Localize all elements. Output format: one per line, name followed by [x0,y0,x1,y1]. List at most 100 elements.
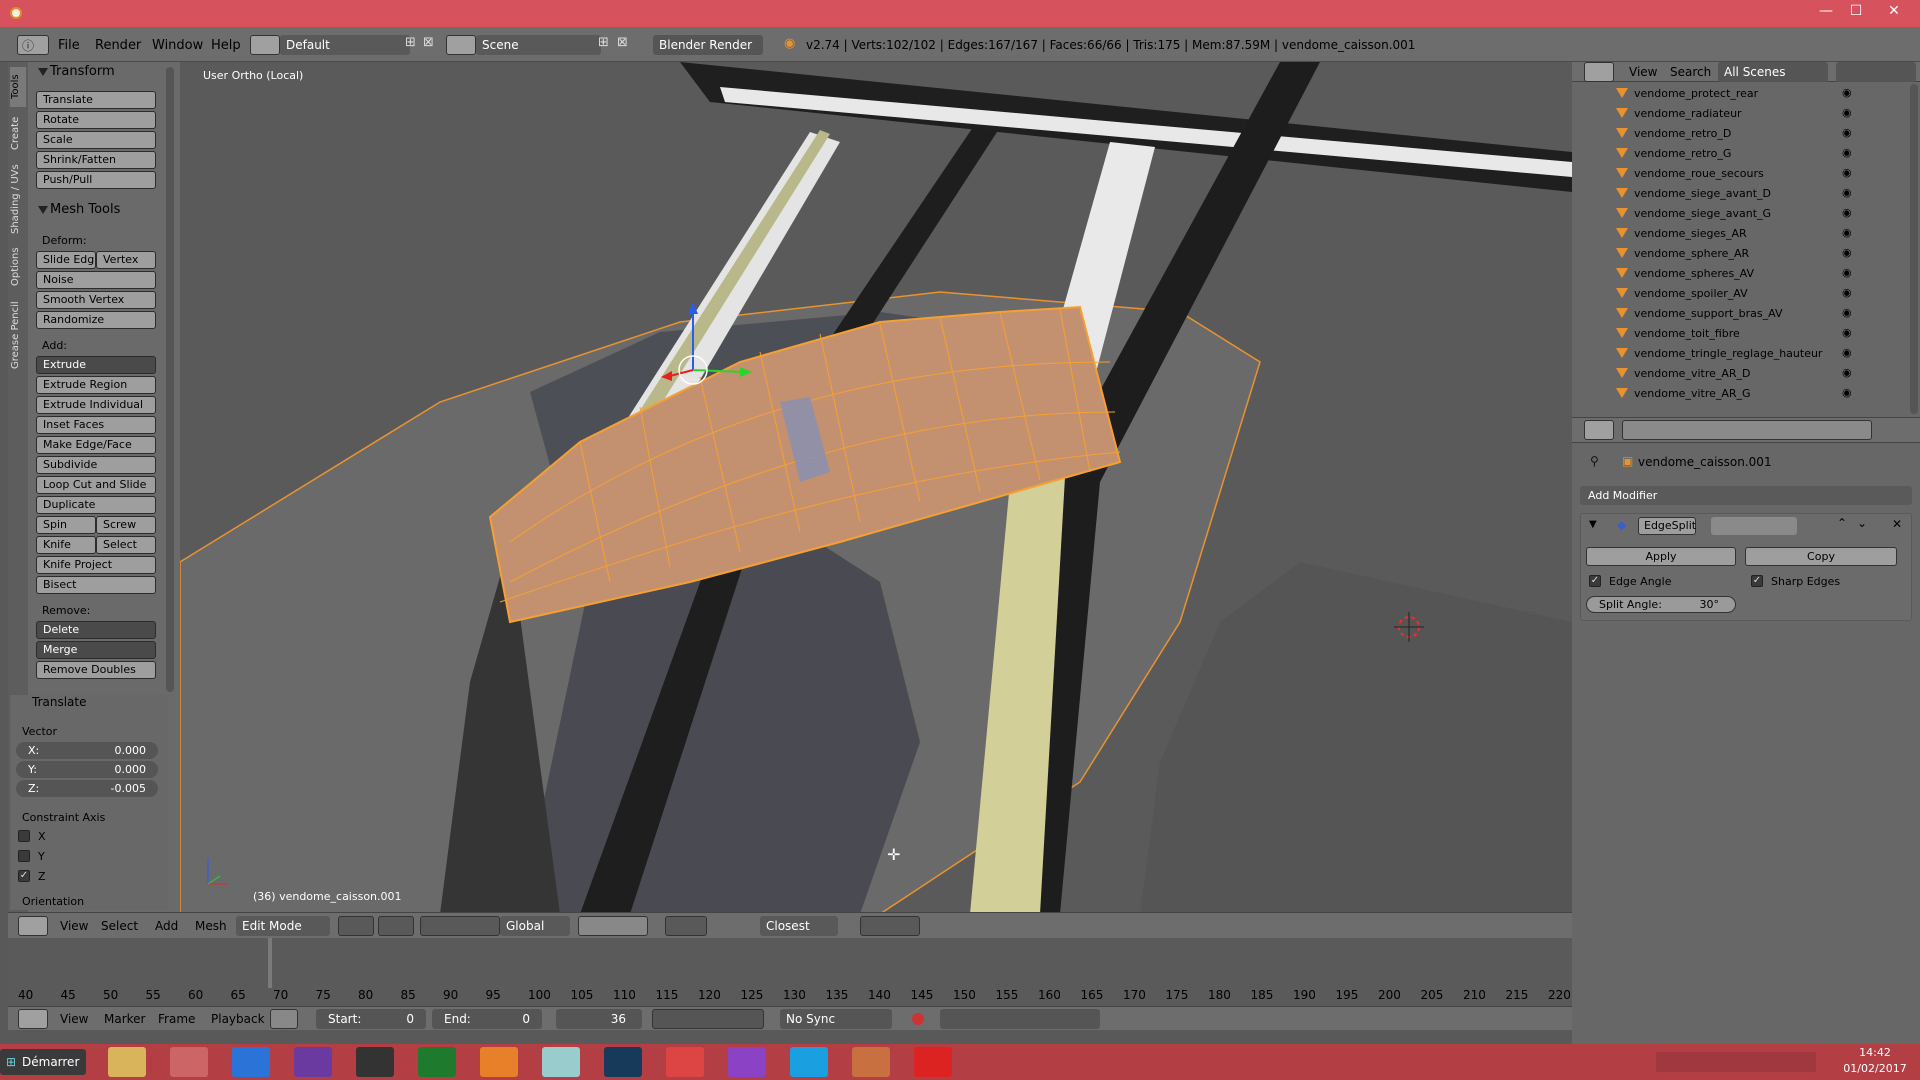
split-angle-field[interactable]: Split Angle: 30° [1586,596,1736,613]
viewport-editor-type-icon[interactable] [18,916,48,936]
outliner-item[interactable]: vendome_spoiler_AV ◉ [1572,284,1912,304]
mesh-tools-panel-header[interactable]: Mesh Tools [28,200,180,220]
extrude-individual-button[interactable]: Extrude Individual [36,396,156,414]
tab-tools[interactable]: Tools [10,67,26,107]
mode-select[interactable]: Edit Mode [236,916,330,936]
transform-panel-header[interactable]: Transform [28,62,180,82]
outliner-item[interactable]: vendome_support_bras_AV ◉ [1572,304,1912,324]
visibility-eye-icon[interactable]: ◉ [1842,186,1852,199]
outliner-item[interactable]: vendome_protect_rear ◉ [1572,84,1912,104]
duplicate-button[interactable]: Duplicate [36,496,156,514]
editor-type-button[interactable]: ⓘ [17,35,49,55]
outliner-item[interactable]: vendome_tringle_reglage_hauteur ◉ [1572,344,1912,364]
close-button[interactable]: ✕ [1878,0,1910,24]
remove-modifier-icon[interactable]: ✕ [1892,517,1902,531]
minimize-button[interactable]: — [1810,0,1842,24]
add-modifier-select[interactable]: Add Modifier [1580,486,1912,505]
menu-file[interactable]: File [58,38,80,53]
pin-icon[interactable]: ⚲ [1590,454,1599,468]
push-pull-button[interactable]: Push/Pull [36,171,156,189]
noise-button[interactable]: Noise [36,271,156,289]
timeline-editor-type-icon[interactable] [18,1009,48,1029]
outliner-search-input[interactable] [1836,62,1916,82]
properties-editor-type-icon[interactable] [1584,420,1614,440]
playback-controls-icons[interactable] [652,1009,764,1029]
explorer-taskbar-icon[interactable] [108,1047,146,1077]
menu-window[interactable]: Window [152,38,203,53]
extrude-select[interactable]: Extrude [36,356,156,374]
visibility-eye-icon[interactable]: ◉ [1842,326,1852,339]
manipulator-toggles-icon[interactable] [420,916,500,936]
app-taskbar-icon-4[interactable] [728,1047,766,1077]
clock-time[interactable]: 14:42 [1836,1046,1914,1059]
scale-button[interactable]: Scale [36,131,156,149]
visibility-eye-icon[interactable]: ◉ [1842,346,1852,359]
tab-grease-pencil[interactable]: Grease Pencil [10,295,26,375]
blender-taskbar-icon[interactable] [852,1047,890,1077]
outliner-item[interactable]: vendome_toit_fibre ◉ [1572,324,1912,344]
copy-button[interactable]: Copy [1745,547,1897,566]
visibility-eye-icon[interactable]: ◉ [1842,166,1852,179]
firefox-taskbar-icon[interactable] [480,1047,518,1077]
subdivide-button[interactable]: Subdivide [36,456,156,474]
randomize-button[interactable]: Randomize [36,311,156,329]
timeline-menu-view[interactable]: View [60,1012,88,1026]
smooth-vertex-button[interactable]: Smooth Vertex [36,291,156,309]
tab-create[interactable]: Create [10,110,26,156]
toolshelf-scrollbar[interactable] [166,67,174,692]
add-scene-icon[interactable]: ⊞ [598,35,609,50]
chrome-taskbar-icon[interactable] [666,1047,704,1077]
outliner-item[interactable]: vendome_retro_G ◉ [1572,144,1912,164]
scene-icon[interactable] [446,35,476,55]
dropbox-taskbar-icon[interactable] [232,1047,270,1077]
proportional-edit-icon[interactable] [665,916,707,936]
constraint-z-checkbox[interactable]: ✓ [18,870,30,882]
outliner-item[interactable]: vendome_retro_D ◉ [1572,124,1912,144]
shrink-fatten-button[interactable]: Shrink/Fatten [36,151,156,169]
photoshop-taskbar-icon[interactable] [604,1047,642,1077]
timeline-menu-playback[interactable]: Playback [211,1012,265,1026]
timeline-menu-marker[interactable]: Marker [104,1012,145,1026]
vector-y-field[interactable]: Y: 0.000 [16,761,158,778]
outliner-item[interactable]: vendome_radiateur ◉ [1572,104,1912,124]
vector-z-field[interactable]: Z: -0.005 [16,780,158,797]
spin-button[interactable]: Spin [36,516,96,534]
timeline-menu-frame[interactable]: Frame [158,1012,195,1026]
skype-taskbar-icon[interactable] [790,1047,828,1077]
delete-select[interactable]: Delete [36,621,156,639]
viewport-menu-view[interactable]: View [60,919,88,933]
maximize-button[interactable]: ☐ [1840,0,1872,24]
merge-select[interactable]: Merge [36,641,156,659]
properties-context-tabs[interactable] [1622,420,1872,440]
pivot-select-icon[interactable] [378,916,414,936]
current-frame-field[interactable]: 36 [556,1009,642,1029]
remove-doubles-button[interactable]: Remove Doubles [36,661,156,679]
outliner-filter-select[interactable]: All Scenes [1718,62,1828,82]
screw-button[interactable]: Screw [96,516,156,534]
collapse-modifier-icon[interactable]: ▼ [1589,519,1597,530]
record-icon[interactable] [912,1013,924,1025]
knife-project-button[interactable]: Knife Project [36,556,156,574]
select-mode-icons[interactable] [578,916,648,936]
tab-shading-uvs[interactable]: Shading / UVs [10,159,26,239]
snap-target-select[interactable]: Closest [760,916,838,936]
apply-button[interactable]: Apply [1586,547,1736,566]
modifier-visibility-toggles[interactable] [1711,517,1797,535]
translate-button[interactable]: Translate [36,91,156,109]
render-icons[interactable] [860,916,920,936]
slide-vertex-button[interactable]: Vertex [96,251,156,269]
viewport-menu-select[interactable]: Select [101,919,138,933]
orientation-select[interactable]: Global [500,916,570,936]
sheets-taskbar-icon[interactable] [418,1047,456,1077]
app-taskbar-icon-5[interactable] [914,1047,952,1077]
system-tray-icons[interactable] [1656,1052,1816,1072]
end-frame-field[interactable]: End: 0 [432,1009,542,1029]
app-taskbar-icon-3[interactable] [542,1047,580,1077]
constraint-x-checkbox[interactable] [18,830,30,842]
visibility-eye-icon[interactable]: ◉ [1842,246,1852,259]
visibility-eye-icon[interactable]: ◉ [1842,306,1852,319]
extrude-region-button[interactable]: Extrude Region [36,376,156,394]
app-taskbar-icon-1[interactable] [170,1047,208,1077]
visibility-eye-icon[interactable]: ◉ [1842,106,1852,119]
screen-layout-icon[interactable] [250,35,280,55]
